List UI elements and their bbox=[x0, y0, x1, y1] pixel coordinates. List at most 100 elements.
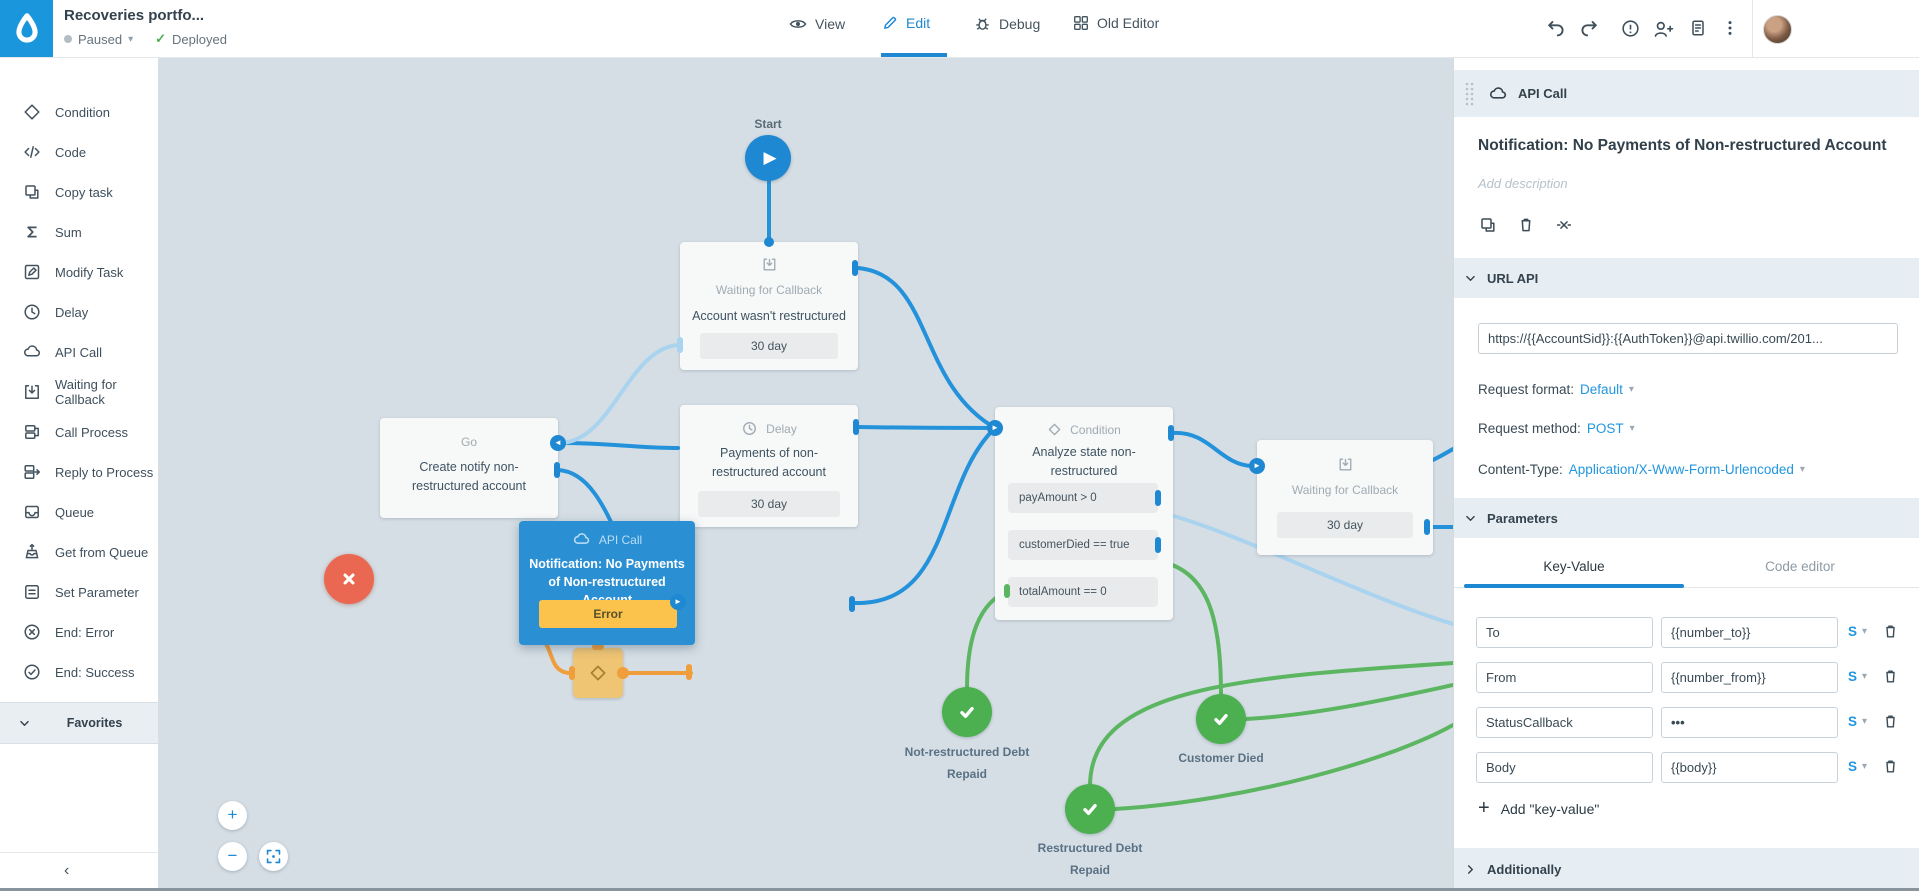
cut-node-icon[interactable] bbox=[1554, 215, 1574, 235]
chevron-down-icon[interactable]: ▾ bbox=[1862, 671, 1867, 682]
node-end-success-customer-died[interactable] bbox=[1196, 694, 1246, 744]
drag-handle-icon[interactable] bbox=[1464, 80, 1478, 108]
notes-icon[interactable] bbox=[1688, 18, 1710, 40]
add-key-value-button[interactable]: + Add "key-value" bbox=[1478, 797, 1599, 820]
node-condition-mini[interactable] bbox=[573, 648, 623, 698]
timer-button[interactable]: 30 day bbox=[1277, 512, 1413, 538]
url-api-input[interactable] bbox=[1478, 323, 1898, 354]
port-out-right[interactable] bbox=[554, 462, 560, 478]
node-end-success-restructured[interactable] bbox=[1065, 784, 1115, 834]
param-value-input[interactable] bbox=[1661, 662, 1838, 693]
node-go[interactable]: Go Create notify non-restructured accoun… bbox=[380, 418, 558, 518]
param-value-input[interactable] bbox=[1661, 707, 1838, 738]
fit-screen-button[interactable] bbox=[259, 842, 288, 871]
collapse-sidebar-arrow[interactable]: ‹ bbox=[64, 862, 69, 880]
port-rule2-out[interactable] bbox=[1155, 537, 1161, 553]
port-out-right[interactable] bbox=[617, 667, 629, 679]
undo-icon[interactable] bbox=[1545, 18, 1567, 40]
tab-view[interactable]: View bbox=[788, 14, 845, 34]
condition-rule-3[interactable]: totalAmount == 0 bbox=[1008, 577, 1158, 607]
redo-icon[interactable] bbox=[1578, 18, 1600, 40]
chevron-down-icon[interactable]: ▾ bbox=[1862, 761, 1867, 772]
zoom-in-button[interactable]: + bbox=[218, 801, 247, 830]
timer-button[interactable]: 30 day bbox=[700, 333, 838, 359]
chevron-down-icon[interactable]: ▾ bbox=[1800, 464, 1805, 475]
delete-node-icon[interactable] bbox=[1516, 215, 1536, 235]
sidebar-item-delay[interactable]: Delay bbox=[0, 296, 158, 328]
app-logo[interactable] bbox=[0, 0, 53, 57]
error-branch-button[interactable]: Error bbox=[539, 600, 677, 628]
node-api-call-selected[interactable]: API Call Notification: No Payments of No… bbox=[519, 521, 695, 645]
sidebar-item-waiting-callback[interactable]: Waiting for Callback bbox=[0, 376, 158, 408]
port-in-left[interactable] bbox=[677, 337, 683, 353]
content-type-select[interactable]: Application/X-Www-Form-Urlencoded bbox=[1569, 462, 1794, 477]
port-in-left[interactable]: ► bbox=[987, 420, 1003, 436]
sidebar-item-set-parameter[interactable]: Set Parameter bbox=[0, 576, 158, 608]
section-url-api[interactable]: URL API bbox=[1454, 258, 1919, 298]
param-value-input[interactable] bbox=[1661, 752, 1838, 783]
param-value-input[interactable] bbox=[1661, 617, 1838, 648]
copy-node-icon[interactable] bbox=[1478, 215, 1498, 235]
port-in-left[interactable]: ► bbox=[1249, 458, 1265, 474]
node-waiting-for-callback-1[interactable]: Waiting for Callback Account wasn't rest… bbox=[680, 242, 858, 370]
info-icon[interactable] bbox=[1620, 18, 1642, 40]
port-error-in[interactable] bbox=[686, 664, 692, 680]
section-parameters[interactable]: Parameters bbox=[1454, 498, 1919, 538]
condition-rule-1[interactable]: payAmount > 0 bbox=[1008, 483, 1158, 513]
description-placeholder[interactable]: Add description bbox=[1478, 176, 1568, 191]
timer-button[interactable]: 30 day bbox=[698, 491, 840, 517]
port-in-left[interactable] bbox=[569, 666, 575, 680]
sidebar-item-sum[interactable]: Sum bbox=[0, 216, 158, 248]
tab-code-editor[interactable]: Code editor bbox=[1690, 559, 1910, 574]
section-additionally[interactable]: Additionally bbox=[1454, 848, 1919, 891]
port-out-topright[interactable] bbox=[1168, 425, 1174, 441]
param-key-input[interactable] bbox=[1476, 707, 1653, 738]
param-key-input[interactable] bbox=[1476, 617, 1653, 648]
node-end-success-not-restructured[interactable] bbox=[942, 687, 992, 737]
chevron-down-icon[interactable]: ▾ bbox=[1630, 423, 1635, 434]
port-out-right[interactable] bbox=[849, 596, 855, 612]
port-rule1-out[interactable] bbox=[1155, 490, 1161, 506]
tab-debug[interactable]: Debug bbox=[973, 14, 1040, 33]
sidebar-item-queue[interactable]: Queue bbox=[0, 496, 158, 528]
delete-param-icon[interactable] bbox=[1881, 757, 1900, 776]
param-type-select[interactable]: S bbox=[1848, 669, 1857, 684]
delete-param-icon[interactable] bbox=[1881, 712, 1900, 731]
kebab-icon[interactable] bbox=[1720, 18, 1742, 40]
status-label[interactable]: Paused bbox=[78, 32, 122, 47]
port-in-left[interactable]: ► bbox=[670, 594, 686, 610]
param-key-input[interactable] bbox=[1476, 662, 1653, 693]
sidebar-item-code[interactable]: Code bbox=[0, 136, 158, 168]
port-out-right[interactable] bbox=[852, 260, 858, 276]
sidebar-item-end-error[interactable]: End: Error bbox=[0, 616, 158, 648]
param-key-input[interactable] bbox=[1476, 752, 1653, 783]
chevron-down-icon[interactable]: ▾ bbox=[1629, 384, 1634, 395]
tab-old-editor[interactable]: Old Editor bbox=[1072, 14, 1159, 32]
zoom-out-button[interactable]: − bbox=[218, 842, 247, 871]
request-format-select[interactable]: Default bbox=[1580, 382, 1623, 397]
condition-rule-2[interactable]: customerDied == true bbox=[1008, 530, 1158, 560]
panel-header[interactable]: API Call bbox=[1454, 70, 1919, 117]
sidebar-item-call-process[interactable]: Call Process bbox=[0, 416, 158, 448]
sidebar-item-api-call[interactable]: API Call bbox=[0, 336, 158, 368]
node-waiting-for-callback-2[interactable]: Waiting for Callback 30 day bbox=[1257, 440, 1433, 555]
panel-node-title[interactable]: Notification: No Payments of Non-restruc… bbox=[1478, 137, 1908, 155]
sidebar-item-copy-task[interactable]: Copy task bbox=[0, 176, 158, 208]
port-out-right[interactable] bbox=[853, 419, 859, 435]
node-delay[interactable]: Delay Payments of non-restructured accou… bbox=[680, 405, 858, 527]
sidebar-item-condition[interactable]: Condition bbox=[0, 96, 158, 128]
sidebar-item-end-success[interactable]: End: Success bbox=[0, 656, 158, 688]
port-in-top[interactable] bbox=[764, 237, 774, 247]
request-method-select[interactable]: POST bbox=[1587, 421, 1624, 436]
chevron-down-icon[interactable]: ▾ bbox=[1862, 626, 1867, 637]
chevron-down-icon[interactable]: ▾ bbox=[1862, 716, 1867, 727]
add-user-icon[interactable] bbox=[1652, 18, 1674, 40]
delete-param-icon[interactable] bbox=[1881, 622, 1900, 641]
param-type-select[interactable]: S bbox=[1848, 759, 1857, 774]
node-end-error[interactable] bbox=[324, 554, 374, 604]
sidebar-item-reply-process[interactable]: Reply to Process bbox=[0, 456, 158, 488]
sidebar-item-modify-task[interactable]: Modify Task bbox=[0, 256, 158, 288]
sidebar-item-get-from-queue[interactable]: Get from Queue bbox=[0, 536, 158, 568]
param-type-select[interactable]: S bbox=[1848, 714, 1857, 729]
port-junction[interactable]: ◄ bbox=[550, 435, 566, 451]
